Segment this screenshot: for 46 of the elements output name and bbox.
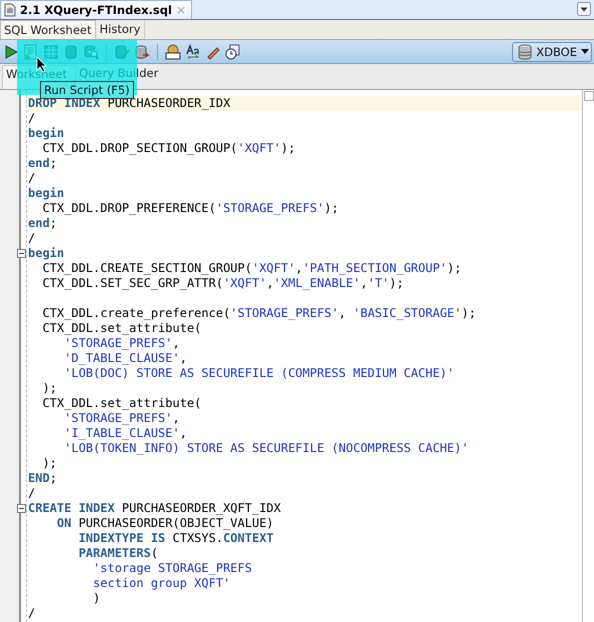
code-line: CTX_DDL.set_attribute( [41, 321, 202, 336]
code-line: section group XQFT' [92, 576, 232, 591]
code-line: ); [41, 381, 58, 396]
code-line: CTX_DDL.DROP_SECTION_GROUP('XQFT'); [41, 141, 296, 156]
database-file-icon [4, 3, 16, 17]
code-line: begin [27, 126, 66, 141]
connection-dropdown[interactable]: XDBOE [512, 42, 592, 62]
code-line: 'storage STORAGE_PREFS [92, 561, 253, 576]
code-line: CTX_DDL.create_preference('STORAGE_PREFS', 'BASIC_STORAGE'); [41, 306, 477, 321]
view-tab[interactable]: SQL Worksheet [0, 20, 96, 39]
code-line: ) [92, 591, 102, 606]
code-line: CTX_DDL.SET_SEC_GRP_ATTR('XQFT','XML_ENABLE','T'); [41, 276, 405, 291]
code-line: CTX_DDL.set_attribute( [41, 396, 202, 411]
file-tab[interactable]: 2.1 XQuery-FTIndex.sql × [0, 0, 192, 19]
code-line: begin [27, 246, 66, 261]
code-line: CTX_DDL.CREATE_SECTION_GROUP('XQFT','PATH_SECTION_GROUP'); [41, 261, 463, 276]
code-line: 'D_TABLE_CLAUSE', [63, 351, 188, 366]
clock-icon[interactable] [225, 44, 241, 60]
code-line: end; [27, 156, 58, 171]
code-line: / [27, 231, 36, 246]
code-line: 'STORAGE_PREFS', [63, 336, 181, 351]
code-line: CREATE INDEX PURCHASEORDER_XQFT_IDX [27, 501, 282, 516]
code-line: / [27, 606, 36, 621]
font-icon[interactable] [185, 44, 201, 60]
code-line: end; [27, 216, 58, 231]
run-icon[interactable] [3, 44, 19, 60]
code-line: 'STORAGE_PREFS', [63, 411, 181, 426]
code-line: / [27, 486, 36, 501]
code-line: / [27, 171, 36, 186]
dropdown-icon[interactable] [577, 2, 591, 16]
code-line: 'LOB(TOKEN_INFO) STORE AS SECUREFILE (NOCOMPRESS CACHE)' [63, 441, 470, 456]
tooltip: Run Script (F5) [40, 81, 134, 99]
code-line: ON PURCHASEORDER(OBJECT_VALUE) [56, 516, 275, 531]
code-line: / [27, 111, 36, 126]
code-line: PARAMETERS( [78, 546, 160, 561]
code-line: ); [41, 456, 58, 471]
code-line: begin [27, 186, 66, 201]
code-line: 'I_TABLE_CLAUSE', [63, 426, 188, 441]
code-line: INDEXTYPE IS CTXSYS.CONTEXT [78, 531, 275, 546]
caret-icon [581, 48, 589, 54]
code-line: 'LOB(DOC) STORE AS SECUREFILE (COMPRESS MEDIUM CACHE)' [63, 366, 456, 381]
database-icon [518, 44, 532, 60]
collapse-icon[interactable] [17, 249, 26, 258]
code-line: END; [27, 471, 58, 486]
code-line: CTX_DDL.DROP_PREFERENCE('STORAGE_PREFS'); [41, 201, 340, 216]
collapse-icon[interactable] [17, 504, 26, 513]
